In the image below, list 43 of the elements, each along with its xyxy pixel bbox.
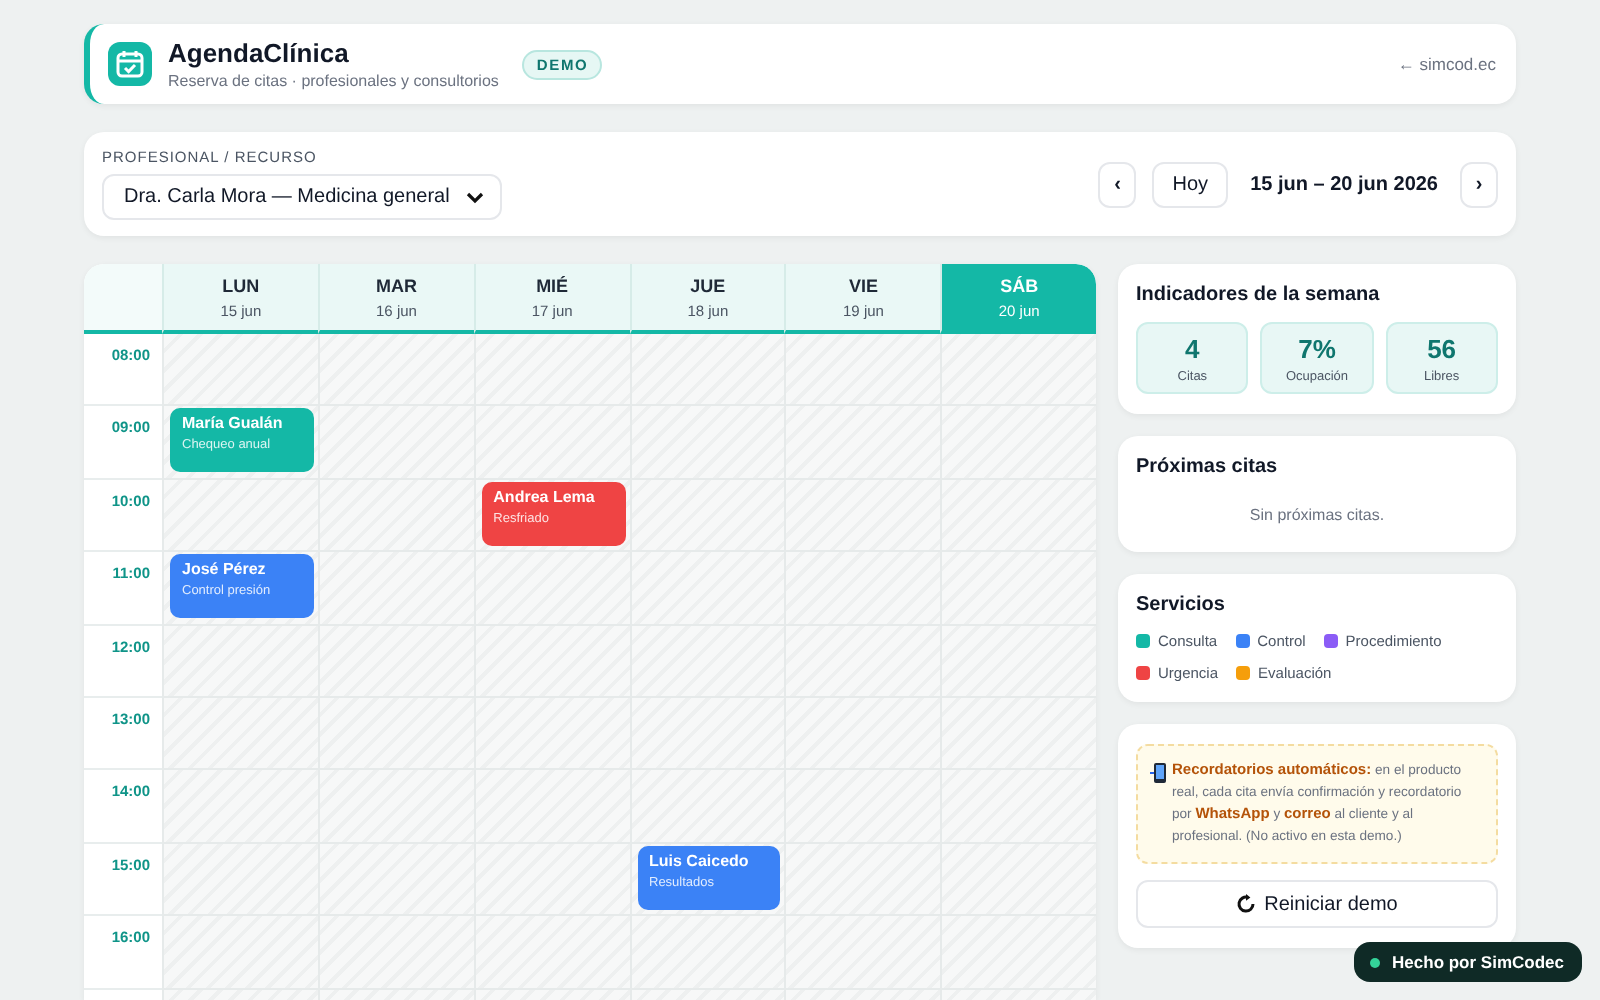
time-slot[interactable] [317,406,474,480]
time-slot[interactable] [317,334,474,407]
time-slot[interactable] [162,843,318,917]
app-subtitle: Reserva de citas · profesionales y consultorios [168,72,499,90]
time-slot[interactable] [784,334,941,407]
patient-name: Luis Caicedo [649,851,751,870]
time-slot[interactable] [473,334,629,407]
patient-name: Andrea Lema [493,487,597,506]
calendar-icon [108,42,152,86]
today-button[interactable]: Hoy [1152,161,1229,207]
card-title: Servicios [1136,594,1227,616]
time-slot[interactable] [940,334,1096,407]
site-link[interactable]: ← simcod.ec [1397,54,1496,74]
time-slot[interactable] [317,552,474,626]
next-button[interactable]: › [1460,161,1498,207]
status-dot [1370,957,1381,967]
phone-icon [1150,762,1168,784]
empty-message: Sin próximas citas. [1247,504,1387,528]
time-slot[interactable] [162,697,318,771]
professional-select[interactable]: Dra. Carla Mora — Medicina general [102,174,502,220]
reset-icon [1236,894,1257,914]
time-slot[interactable] [162,770,318,844]
patient-name: María Gualán [182,414,285,433]
caret-icon [465,191,484,203]
stat-value: 7% [1298,333,1336,363]
patient-name: José Pérez [182,560,268,579]
time-slot[interactable] [629,479,785,553]
card-title: Indicadores de la semana [1136,284,1382,306]
time-slot[interactable] [162,479,318,553]
time-slot[interactable] [629,770,785,844]
time-slot[interactable] [162,916,318,990]
time-slot[interactable] [629,334,785,407]
stat-value: 4 [1185,333,1200,363]
card-title: Próximas citas [1136,456,1280,478]
time-slot[interactable] [162,334,318,407]
time-slot[interactable] [162,625,318,698]
previous-button[interactable]: ‹ [1098,161,1137,207]
credit-toast[interactable]: Hecho por SimCodec [1354,942,1582,982]
time-slot[interactable] [473,406,629,480]
app-title: AgendaClínica [168,38,351,68]
date-range: 15 jun – 20 jun 2026 [1250,173,1438,195]
stat-value: 56 [1427,333,1457,363]
reset-button[interactable]: Reiniciar demo [1136,880,1498,928]
